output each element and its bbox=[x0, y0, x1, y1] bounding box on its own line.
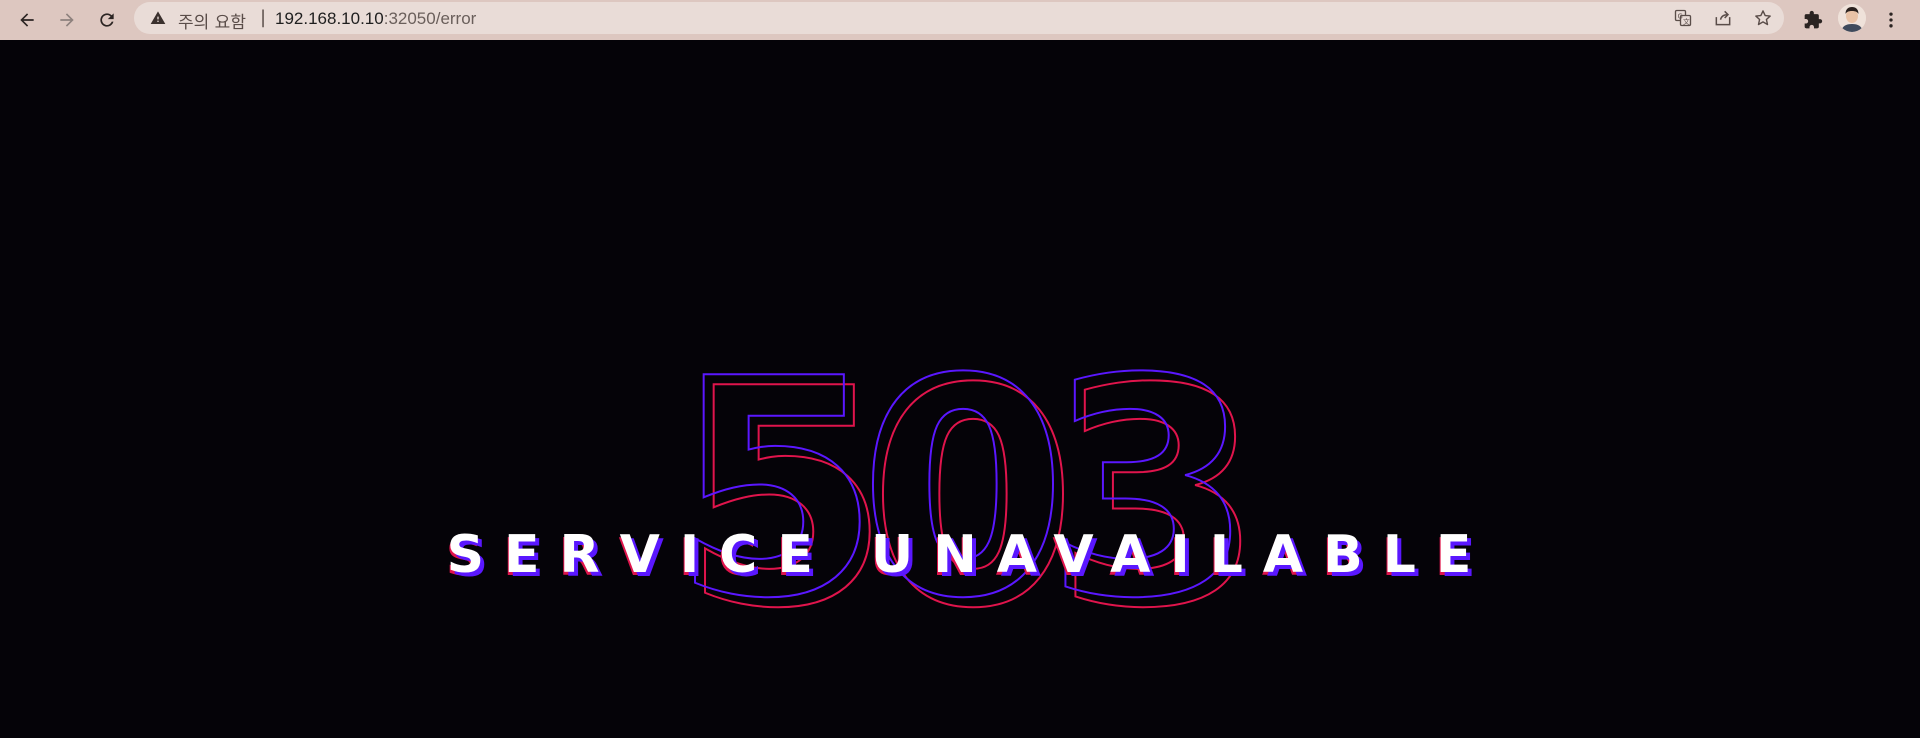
browser-toolbar: 주의 요함 | 192.168.10.10:32050/error G 文 bbox=[0, 0, 1920, 40]
error-code-outline-blue: 503 bbox=[672, 315, 1233, 664]
browser-menu-button[interactable] bbox=[1874, 3, 1908, 37]
back-arrow-icon bbox=[20, 13, 34, 27]
url-text[interactable]: 192.168.10.10:32050/error bbox=[275, 9, 476, 29]
star-icon bbox=[1755, 10, 1771, 26]
avatar-icon bbox=[1838, 4, 1866, 32]
translate-icon: G 文 bbox=[1674, 9, 1692, 27]
security-warning-label[interactable]: 주의 요함 bbox=[178, 8, 246, 33]
url-path: :32050/error bbox=[383, 9, 477, 28]
extensions-button[interactable] bbox=[1796, 3, 1830, 37]
forward-arrow-icon bbox=[60, 13, 74, 27]
back-button[interactable] bbox=[10, 3, 44, 37]
translate-button[interactable]: G 文 bbox=[1672, 7, 1694, 29]
kebab-menu-icon bbox=[1889, 12, 1893, 28]
svg-text:文: 文 bbox=[1683, 17, 1690, 26]
profile-avatar[interactable] bbox=[1838, 4, 1866, 32]
share-button[interactable] bbox=[1712, 7, 1734, 29]
url-host: 192.168.10.10 bbox=[275, 9, 384, 28]
warning-icon[interactable] bbox=[150, 10, 166, 26]
forward-button[interactable] bbox=[50, 3, 84, 37]
address-bar[interactable]: 주의 요함 | 192.168.10.10:32050/error G 文 bbox=[134, 2, 1784, 34]
bookmark-button[interactable] bbox=[1752, 7, 1774, 29]
reload-button[interactable] bbox=[90, 3, 124, 37]
error-page: 503 503 SERVICE UNAVAILABLE bbox=[0, 40, 1920, 738]
error-code-graphic: 503 503 bbox=[671, 314, 1266, 675]
puzzle-icon bbox=[1804, 10, 1823, 29]
error-message: SERVICE UNAVAILABLE bbox=[446, 525, 1492, 585]
share-icon bbox=[1715, 10, 1731, 26]
url-separator: | bbox=[260, 7, 267, 28]
reload-icon bbox=[100, 13, 114, 27]
svg-text:G: G bbox=[1678, 12, 1683, 20]
